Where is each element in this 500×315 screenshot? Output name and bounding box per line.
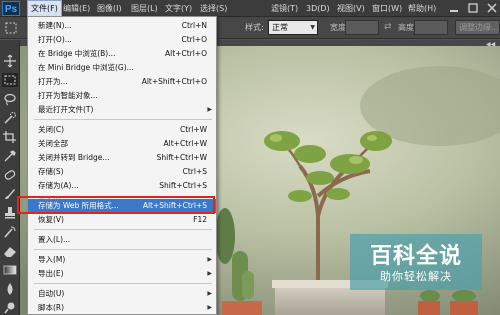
menu-filter[interactable]: 滤镜(T) bbox=[268, 0, 301, 17]
eraser-tool-icon[interactable] bbox=[2, 244, 18, 258]
menu-view[interactable]: 视图(V) bbox=[334, 0, 368, 17]
rectangular-marquee-tool-icon[interactable] bbox=[2, 73, 18, 87]
menu-separator bbox=[34, 249, 212, 250]
eyedropper-tool-icon[interactable] bbox=[2, 149, 18, 163]
menu-item-browse-bridge[interactable]: 在 Bridge 中浏览(B)... Alt+Ctrl+O bbox=[28, 47, 216, 61]
menu-item-close-all[interactable]: 关闭全部 Alt+Ctrl+W bbox=[28, 137, 216, 151]
menu-item-open[interactable]: 打开(O)... Ctrl+O bbox=[28, 33, 216, 47]
menu-item-export[interactable]: 导出(E) ▶ bbox=[28, 267, 216, 281]
menu-help[interactable]: 帮助(H) bbox=[405, 0, 439, 17]
swap-icon[interactable]: ⇄ bbox=[384, 22, 392, 32]
highlight-callout-frame bbox=[17, 196, 215, 214]
menu-separator bbox=[34, 229, 212, 230]
watermark-title: 百科全说 bbox=[369, 244, 462, 269]
dodge-tool-icon[interactable] bbox=[2, 301, 18, 315]
menu-edit[interactable]: 编辑(E) bbox=[60, 0, 93, 17]
crop-tool-icon[interactable] bbox=[2, 130, 18, 144]
menu-item-open-smart-object[interactable]: 打开为智能对象... bbox=[28, 89, 216, 103]
menu-item-place[interactable]: 置入(L)... bbox=[28, 233, 216, 247]
style-select[interactable]: 正常 ▼ bbox=[268, 20, 318, 35]
menu-item-import[interactable]: 导入(M) ▶ bbox=[28, 253, 216, 267]
marquee-preset-icon[interactable] bbox=[4, 21, 18, 35]
style-label: 样式: bbox=[245, 23, 264, 32]
blur-tool-icon[interactable] bbox=[2, 282, 18, 296]
menu-item-close[interactable]: 关闭(C) Ctrl+W bbox=[28, 123, 216, 137]
refine-edge-button[interactable]: 调整边缘... bbox=[455, 20, 500, 35]
clone-stamp-tool-icon[interactable] bbox=[2, 206, 18, 220]
menu-3d[interactable]: 3D(D) bbox=[303, 0, 333, 17]
submenu-arrow-icon: ▶ bbox=[207, 304, 212, 311]
menu-separator bbox=[34, 119, 212, 120]
brush-tool-icon[interactable] bbox=[2, 187, 18, 201]
menu-item-open-as[interactable]: 打开为... Alt+Shift+Ctrl+O bbox=[28, 75, 216, 89]
submenu-arrow-icon: ▶ bbox=[207, 270, 212, 277]
menu-file[interactable]: 文件(F) bbox=[27, 0, 62, 17]
minimize-icon[interactable] bbox=[447, 1, 461, 15]
submenu-arrow-icon: ▶ bbox=[207, 290, 212, 297]
submenu-arrow-icon: ▶ bbox=[207, 256, 212, 263]
menu-item-new[interactable]: 新建(N)... Ctrl+N bbox=[28, 19, 216, 33]
watermark-badge: 百科全说 助你轻松解决 bbox=[350, 234, 482, 290]
file-menu-dropdown: 新建(N)... Ctrl+N 打开(O)... Ctrl+O 在 Bridge… bbox=[27, 16, 217, 315]
move-tool-icon[interactable] bbox=[2, 54, 18, 68]
photoshop-logo: Ps bbox=[2, 1, 20, 16]
healing-brush-tool-icon[interactable] bbox=[2, 168, 18, 182]
menu-separator bbox=[34, 283, 212, 284]
menu-item-save-as[interactable]: 存储为(A)... Shift+Ctrl+S bbox=[28, 179, 216, 193]
style-select-value: 正常 bbox=[272, 23, 288, 32]
tools-panel bbox=[0, 40, 20, 315]
menu-item-close-go-bridge[interactable]: 关闭并转到 Bridge... Shift+Ctrl+W bbox=[28, 151, 216, 165]
gradient-tool-icon[interactable] bbox=[2, 263, 18, 277]
menu-select[interactable]: 选择(S) bbox=[197, 0, 230, 17]
menu-window[interactable]: 窗口(W) bbox=[369, 0, 405, 17]
maximize-icon[interactable] bbox=[466, 1, 480, 15]
lasso-tool-icon[interactable] bbox=[2, 92, 18, 106]
menu-item-automate[interactable]: 自动(U) ▶ bbox=[28, 287, 216, 301]
menu-item-revert[interactable]: 恢复(V) F12 bbox=[28, 213, 216, 227]
height-input[interactable] bbox=[414, 20, 448, 35]
menu-item-recent-files[interactable]: 最近打开文件(T) ▶ bbox=[28, 103, 216, 117]
menu-image[interactable]: 图像(I) bbox=[94, 0, 125, 17]
menu-item-save[interactable]: 存储(S) Ctrl+S bbox=[28, 165, 216, 179]
menu-bar: Ps 文件(F) 编辑(E) 图像(I) 图层(L) 文字(Y) 选择(S) 滤… bbox=[0, 0, 500, 17]
submenu-arrow-icon: ▶ bbox=[207, 106, 212, 113]
close-icon[interactable] bbox=[485, 1, 499, 15]
watermark-subtitle: 助你轻松解决 bbox=[380, 270, 452, 283]
width-input[interactable] bbox=[345, 20, 379, 35]
history-brush-tool-icon[interactable] bbox=[2, 225, 18, 239]
menu-layer[interactable]: 图层(L) bbox=[128, 0, 161, 17]
menu-item-scripts[interactable]: 脚本(R) ▶ bbox=[28, 301, 216, 315]
quick-selection-tool-icon[interactable] bbox=[2, 111, 18, 125]
menu-item-browse-mini-bridge[interactable]: 在 Mini Bridge 中浏览(G)... bbox=[28, 61, 216, 75]
chevron-down-icon: ▼ bbox=[310, 24, 315, 31]
menu-type[interactable]: 文字(Y) bbox=[162, 0, 195, 17]
